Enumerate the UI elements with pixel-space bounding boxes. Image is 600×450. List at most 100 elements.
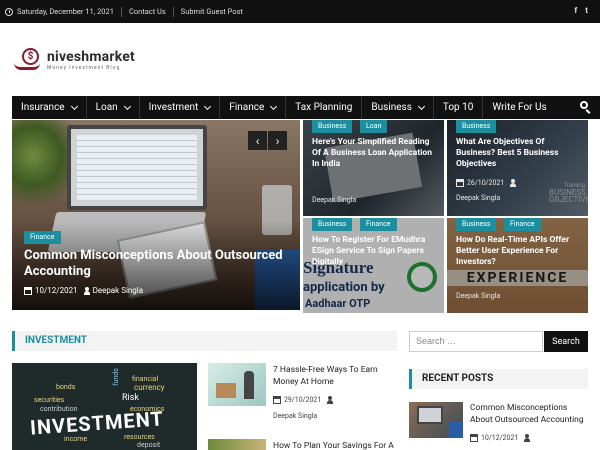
recent-post-1-title[interactable]: Common Misconceptions About Outsourced A… (470, 402, 588, 426)
widget-title: RECENT POSTS (422, 373, 494, 384)
binder-image (449, 422, 463, 438)
nav-label: Business (371, 102, 412, 113)
post-1-meta: 29/10/2021 (273, 396, 336, 404)
nav-label: Write For Us (492, 102, 547, 113)
image-word: deposit (137, 441, 161, 449)
image-word: financial (132, 375, 159, 383)
money-hand-icon: $ (14, 48, 44, 72)
post-1-author[interactable]: Deepak Singla (273, 412, 317, 420)
search-button[interactable]: Search (544, 331, 588, 352)
tile-2-date[interactable]: 26/10/2021 (467, 179, 504, 187)
desk-image (216, 383, 236, 398)
investment-featured-image[interactable]: bonds funds financial currency securitie… (12, 363, 197, 450)
tile-1-title[interactable]: Here's Your Simplified Reading Of A Busi… (312, 137, 440, 170)
post-2-title[interactable]: How To Plan Your Savings For A (273, 440, 398, 450)
calendar-icon (273, 396, 281, 404)
tile-1-author[interactable]: Deepak Singla (312, 196, 356, 204)
tile-3-category-business[interactable]: Business (312, 218, 353, 231)
hero-title[interactable]: Common Misconceptions About Outsourced A… (24, 248, 284, 280)
nav-item-insurance[interactable]: Insurance (12, 96, 87, 119)
slider-prev-button[interactable]: ‹ (248, 131, 267, 150)
site-tagline: Money Investment Blog (47, 64, 121, 71)
search-input[interactable]: Search … (409, 331, 543, 352)
post-1-title[interactable]: 7 Hassle-Free Ways To Earn Money At Home (273, 364, 398, 388)
site-logo[interactable]: $ niveshmarket Money Investment Blog (14, 48, 135, 72)
tile-2-author[interactable]: Deepak Singla (456, 194, 500, 202)
hero-meta: 10/12/2021 Deepak Singla (24, 286, 143, 295)
top-bar: Saturday, December 11, 2021 Contact Us S… (0, 0, 600, 23)
post-1-date[interactable]: 29/10/2021 (284, 396, 321, 404)
nav-item-finance[interactable]: Finance (220, 96, 287, 119)
tile-2-author-row: Deepak Singla (456, 194, 500, 202)
facebook-icon[interactable]: f (574, 6, 577, 15)
image-word: funds (111, 368, 120, 386)
post-2-thumbnail[interactable] (208, 439, 266, 450)
nav-label: Finance (229, 102, 265, 113)
contact-us-link[interactable]: Contact Us (122, 7, 173, 16)
image-word: resources (124, 433, 155, 441)
site-header: $ niveshmarket Money Investment Blog (0, 23, 600, 96)
submit-guest-post-link[interactable]: Submit Guest Post (174, 7, 250, 16)
image-word: Risk (122, 393, 139, 403)
nav-item-investment[interactable]: Investment (140, 96, 221, 119)
monitor-image (67, 125, 207, 210)
nav-label: Loan (95, 102, 118, 113)
hand-icon (14, 63, 40, 70)
monitor-image (417, 406, 443, 424)
image-word: bonds (56, 383, 76, 391)
post-1-thumbnail[interactable] (208, 363, 266, 406)
nav-item-loan[interactable]: Loan (87, 96, 140, 119)
slider-next-button[interactable]: › (268, 131, 287, 150)
nav-item-write-for-us[interactable]: Write For Us (483, 96, 555, 119)
calendar-icon (470, 434, 478, 442)
tile-3-title[interactable]: How To Register For EMudhra ESign Servic… (312, 235, 440, 268)
tile-2-category-business[interactable]: Business (456, 120, 497, 133)
recent-posts-heading: RECENT POSTS (409, 369, 588, 389)
section-title[interactable]: INVESTMENT (25, 335, 87, 346)
chevron-down-icon (70, 102, 78, 110)
twitter-icon[interactable]: t (585, 6, 588, 15)
tile-1-category-business[interactable]: Business (312, 120, 353, 133)
current-date: Saturday, December 11, 2021 (17, 7, 114, 16)
tile-4-meta: Deepak Singla (456, 292, 500, 300)
chevron-down-icon (123, 102, 131, 110)
search-icon[interactable] (580, 101, 592, 114)
nav-label: Tax Planning (295, 102, 353, 113)
tile-4-category-business[interactable]: Business (456, 218, 497, 231)
calendar-icon (456, 179, 464, 187)
author-icon (510, 179, 517, 187)
nav-label: Top 10 (442, 102, 474, 113)
chevron-down-icon (270, 102, 278, 110)
hero-author[interactable]: Deepak Singla (93, 286, 144, 295)
tile-1-category-loan[interactable]: Loan (360, 120, 388, 133)
tile-2-meta: 26/10/2021 (456, 179, 519, 187)
tile-2-title[interactable]: What Are Objectives Of Business? Best 5 … (456, 137, 581, 170)
nav-item-top-10[interactable]: Top 10 (434, 96, 484, 119)
image-word: currency (134, 383, 165, 392)
author-icon (327, 396, 334, 404)
recent-post-1-thumbnail[interactable] (409, 402, 463, 438)
image-word: securities (34, 396, 65, 404)
tile-4-category-finance[interactable]: Finance (504, 218, 541, 231)
recent-post-1-meta: 10/12/2021 (470, 434, 533, 442)
nav-label: Insurance (21, 102, 65, 113)
tile-4-author[interactable]: Deepak Singla (456, 292, 500, 300)
nav-item-tax-planning[interactable]: Tax Planning (286, 96, 363, 119)
social-links: f t (574, 6, 588, 15)
recent-post-1-date[interactable]: 10/12/2021 (481, 434, 518, 442)
site-title: niveshmarket (47, 48, 135, 65)
nav-item-business[interactable]: Business (362, 96, 434, 119)
hero-date[interactable]: 10/12/2021 (35, 286, 78, 295)
author-icon (83, 286, 90, 295)
tile-4-title[interactable]: How Do Real-Time APIs Offer Better User … (456, 235, 584, 268)
chevron-down-icon (204, 102, 212, 110)
nav-label: Investment (148, 102, 199, 113)
hero-category-badge[interactable]: Finance (24, 231, 61, 244)
clock-icon (5, 7, 13, 16)
calendar-icon (24, 286, 32, 295)
tile-1-meta: Deepak Singla (312, 196, 356, 204)
person-image (244, 371, 254, 399)
tile-3-category-finance[interactable]: Finance (360, 218, 397, 231)
post-1-author-row: Deepak Singla (273, 412, 317, 420)
investment-section-heading: INVESTMENT (12, 331, 397, 351)
